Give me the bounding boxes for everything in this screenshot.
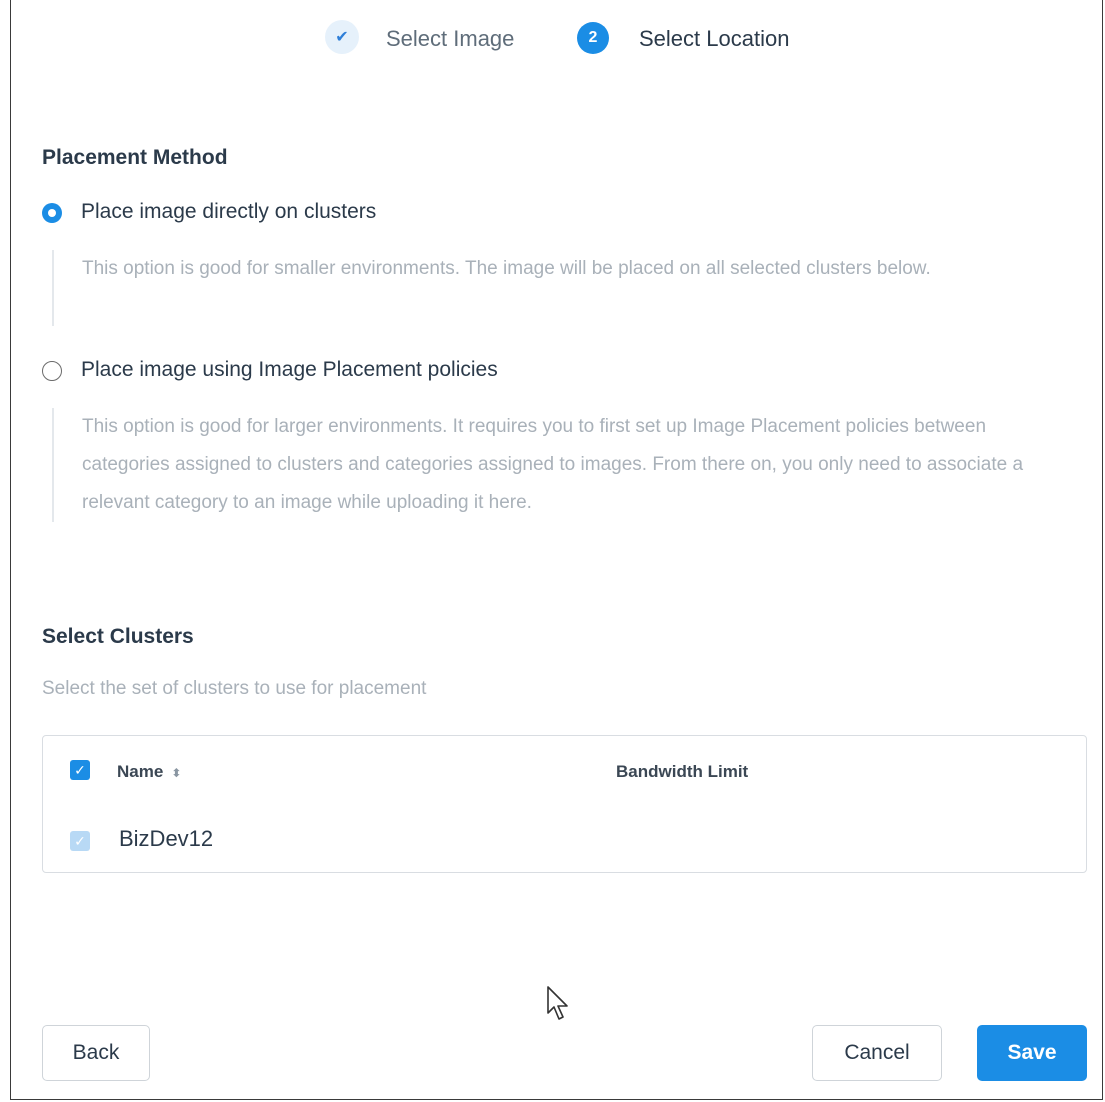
- select-clusters-title: Select Clusters: [42, 625, 194, 648]
- table-row-cluster-name: BizDev12: [119, 826, 214, 851]
- mouse-pointer-icon: [547, 986, 568, 1020]
- row-checkbox[interactable]: ✓: [70, 831, 90, 851]
- column-header-name-label: Name: [117, 762, 164, 781]
- column-header-bandwidth: Bandwidth Limit: [616, 762, 749, 781]
- step-completed-check-icon: ✔: [325, 20, 359, 54]
- radio-direct-placement[interactable]: [42, 203, 62, 223]
- sort-icon[interactable]: ⬍: [171, 766, 181, 780]
- select-all-checkbox[interactable]: ✓: [70, 760, 90, 780]
- direct-placement-description: This option is good for smaller environm…: [52, 250, 1082, 326]
- step-number-badge: 2: [577, 22, 609, 54]
- cancel-button[interactable]: Cancel: [812, 1025, 942, 1081]
- select-clusters-subtitle: Select the set of clusters to use for pl…: [42, 678, 427, 699]
- back-button[interactable]: Back: [42, 1025, 150, 1081]
- step-select-image[interactable]: Select Image: [386, 26, 514, 52]
- wizard-steps: ✔ Select Image 2 Select Location: [0, 20, 1105, 60]
- clusters-table: ✓ Name ⬍ Bandwidth Limit ✓ BizDev12: [42, 735, 1087, 873]
- radio-policy-placement[interactable]: [42, 361, 62, 381]
- step-select-location[interactable]: Select Location: [639, 26, 789, 52]
- radio-direct-placement-label[interactable]: Place image directly on clusters: [81, 200, 376, 224]
- radio-policy-placement-label[interactable]: Place image using Image Placement polici…: [81, 358, 498, 382]
- placement-method-title: Placement Method: [42, 146, 228, 169]
- policy-placement-description: This option is good for larger environme…: [52, 408, 1072, 522]
- column-header-name[interactable]: Name ⬍: [117, 762, 181, 782]
- save-button[interactable]: Save: [977, 1025, 1087, 1081]
